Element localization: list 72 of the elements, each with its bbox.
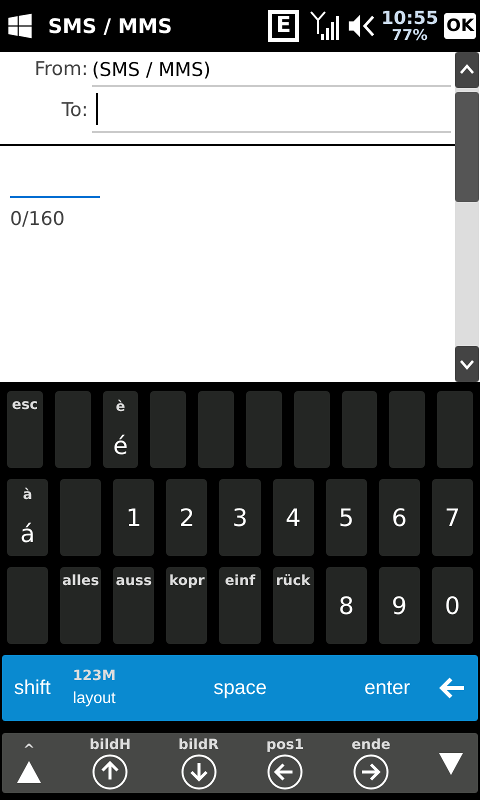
- scrollbar[interactable]: [455, 52, 479, 382]
- digit-key[interactable]: 7: [432, 479, 473, 556]
- digit-key[interactable]: 6: [378, 479, 420, 556]
- blank-key[interactable]: [60, 479, 102, 556]
- nav-key-label: ^: [23, 742, 35, 758]
- layout-key[interactable]: 123M layout: [72, 668, 116, 708]
- ok-button[interactable]: OK: [444, 13, 476, 39]
- enter-key[interactable]: enter: [364, 676, 410, 700]
- keyboard-key[interactable]: è é: [102, 391, 138, 468]
- circled-arrow-right-icon: [352, 754, 389, 790]
- character-counter: 0/160: [10, 208, 66, 230]
- windows-logo-icon[interactable]: [6, 12, 34, 40]
- keyboard-key[interactable]: esc: [7, 391, 43, 468]
- signal-icon: [309, 10, 342, 42]
- nav-key-label: ende: [352, 736, 390, 752]
- nav-key[interactable]: [438, 750, 464, 776]
- triangle-up-icon: [16, 760, 42, 784]
- digit-key[interactable]: 2: [166, 479, 208, 556]
- blank-key[interactable]: [54, 391, 91, 468]
- nav-key[interactable]: ^: [16, 742, 42, 784]
- nav-key[interactable]: pos1: [266, 736, 304, 790]
- main-character: é: [113, 432, 128, 460]
- clock-time[interactable]: 10:55: [381, 10, 438, 28]
- digit-key[interactable]: 5: [326, 479, 367, 556]
- triangle-down-icon: [438, 752, 464, 776]
- nav-key[interactable]: ende: [352, 736, 390, 790]
- blank-key[interactable]: [198, 391, 234, 468]
- to-label: To:: [60, 99, 89, 121]
- back-arrow-icon[interactable]: [438, 676, 466, 700]
- nav-key-label: bildH: [90, 736, 131, 752]
- nav-key[interactable]: bildH: [90, 736, 131, 790]
- keyboard-key[interactable]: alles: [60, 567, 102, 644]
- digit-key[interactable]: 1: [113, 479, 154, 556]
- nav-key[interactable]: bildR: [178, 736, 219, 790]
- alt-character: à: [22, 487, 32, 504]
- circled-arrow-up-icon: [92, 754, 128, 790]
- blank-key[interactable]: [7, 567, 48, 644]
- network-type-indicator: E: [268, 10, 300, 42]
- app-title: SMS / MMS: [48, 14, 174, 38]
- from-field[interactable]: (SMS / MMS): [92, 52, 451, 86]
- layout-label: layout: [72, 690, 116, 708]
- shift-key[interactable]: shift: [14, 676, 51, 700]
- keyboard-key[interactable]: einf: [219, 567, 261, 644]
- scroll-up-icon[interactable]: [455, 52, 479, 88]
- keyboard-key[interactable]: rück: [272, 567, 314, 644]
- battery-level: 77%: [392, 28, 428, 42]
- blank-key[interactable]: [246, 391, 282, 468]
- circled-arrow-left-icon: [267, 754, 304, 790]
- blank-key[interactable]: [294, 391, 330, 468]
- space-key[interactable]: space: [116, 676, 364, 700]
- scroll-thumb[interactable]: [455, 92, 479, 202]
- blank-key[interactable]: [389, 391, 426, 468]
- speaker-muted-icon: [347, 12, 376, 40]
- blank-key[interactable]: [342, 391, 378, 468]
- digit-key[interactable]: 8: [326, 567, 367, 644]
- main-character: á: [20, 520, 35, 548]
- from-label: From:: [34, 58, 89, 80]
- keyboard-key[interactable]: auss: [113, 567, 154, 644]
- circled-arrow-down-icon: [180, 754, 217, 790]
- digit-key[interactable]: 4: [272, 479, 314, 556]
- keyboard-key[interactable]: kopr: [166, 567, 208, 644]
- nav-key-label: pos1: [266, 736, 304, 752]
- keyboard-key[interactable]: à á: [7, 479, 48, 556]
- layout-name: 123M: [72, 668, 116, 684]
- nav-key-label: bildR: [178, 736, 219, 752]
- alt-character: è: [116, 399, 126, 416]
- blank-key[interactable]: [150, 391, 186, 468]
- digit-key[interactable]: 9: [378, 567, 420, 644]
- scroll-down-icon[interactable]: [455, 346, 479, 382]
- digit-key[interactable]: 3: [219, 479, 261, 556]
- digit-key[interactable]: 0: [432, 567, 473, 644]
- blank-key[interactable]: [437, 391, 473, 468]
